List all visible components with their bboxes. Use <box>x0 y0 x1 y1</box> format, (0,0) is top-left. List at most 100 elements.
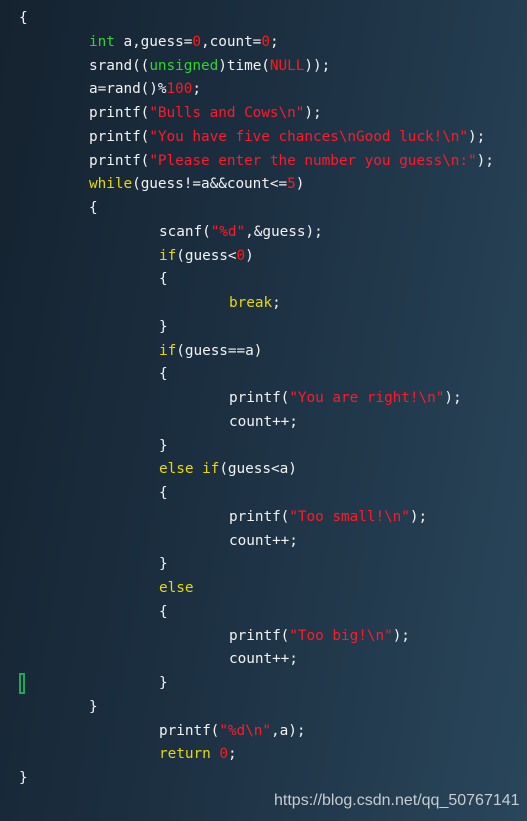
code-line[interactable]: int a,guess=0,count=0; <box>19 31 494 55</box>
code-token-txt: ,a); <box>271 722 306 739</box>
code-token-txt: ,&guess); <box>245 223 323 240</box>
code-token-txt: } <box>159 675 168 691</box>
code-line[interactable]: printf("Bulls and Cows\n"); <box>19 102 494 126</box>
code-line[interactable]: a=rand()%100; <box>19 78 494 102</box>
code-token-txt: (guess< <box>176 247 237 264</box>
code-token-txt: (guess<a) <box>219 461 297 478</box>
code-token-txt: ) <box>245 247 254 264</box>
code-token-txt: ); <box>409 508 428 525</box>
code-token-num: 0 <box>219 746 228 763</box>
code-line[interactable]: printf("%d\n",a); <box>19 720 494 744</box>
code-token-num: 0 <box>192 33 201 50</box>
code-line[interactable]: count++; <box>19 411 494 435</box>
code-token-txt: ); <box>468 128 486 145</box>
code-token-ctl: if <box>159 342 177 359</box>
code-token-txt: } <box>159 318 168 335</box>
code-token-num: 5 <box>287 176 296 193</box>
code-token-str: "%d" <box>210 223 246 240</box>
code-line[interactable]: scanf("%d",&guess); <box>19 221 494 245</box>
code-line[interactable]: { <box>19 268 494 292</box>
code-line[interactable]: break; <box>19 292 494 316</box>
code-line[interactable]: } <box>19 316 494 340</box>
code-token-txt: printf( <box>229 390 290 406</box>
code-line[interactable]: } <box>19 553 494 577</box>
code-line[interactable]: else if(guess<a) <box>19 458 494 482</box>
code-token-txt: count++; <box>229 532 298 549</box>
code-line[interactable]: { <box>19 601 494 625</box>
code-token-txt: ); <box>476 152 494 169</box>
code-line[interactable]: while(guess!=a&&count<=5) <box>19 173 494 197</box>
code-token-txt: printf( <box>89 105 150 121</box>
code-token-txt: printf( <box>159 722 220 739</box>
code-line[interactable]: { <box>19 7 494 31</box>
code-token-txt: )); <box>304 57 331 74</box>
code-token-txt: { <box>159 485 168 501</box>
code-line[interactable]: printf("Please enter the number you gues… <box>19 150 494 174</box>
code-token-num: NULL <box>269 57 305 74</box>
code-line[interactable]: printf("You are right!\n"); <box>19 387 494 411</box>
code-token-txt: ) <box>295 176 305 193</box>
code-line[interactable]: count++; <box>19 530 494 554</box>
code-token-txt: printf( <box>229 508 290 525</box>
code-line[interactable]: printf("Too small!\n"); <box>19 506 494 530</box>
code-token-txt: { <box>159 603 168 620</box>
code-token-kw: int <box>89 33 115 50</box>
code-token-txt: (guess==a) <box>176 342 263 359</box>
code-token-txt: } <box>19 770 28 786</box>
code-token-ctl: while <box>89 176 133 193</box>
code-line[interactable]: printf("You have five chances\nGood luck… <box>19 126 494 150</box>
code-line[interactable]: { <box>19 482 494 506</box>
code-token-txt: { <box>159 271 168 288</box>
code-line[interactable]: { <box>19 363 494 387</box>
code-token-ctl: break <box>229 295 273 311</box>
code-token-str: "You have five chances\nGood luck!\n" <box>149 128 469 145</box>
code-token-txt: (guess!=a&&count<= <box>132 176 288 193</box>
code-line[interactable]: { <box>19 197 494 221</box>
code-token-ctl: return <box>159 746 211 763</box>
code-token-txt: a=rand()% <box>89 81 167 98</box>
code-line[interactable]: } <box>19 435 494 459</box>
code-token-txt: ; <box>272 295 281 311</box>
code-token-txt: printf( <box>229 627 290 644</box>
code-token-num: 0 <box>261 33 270 50</box>
code-line[interactable]: } <box>19 672 494 696</box>
code-token-txt: count++; <box>229 413 298 430</box>
code-token-txt: printf( <box>89 128 150 145</box>
code-token-num: 0 <box>236 247 246 264</box>
code-token-ctl: else if <box>159 461 220 478</box>
code-line[interactable]: printf("Too big!\n"); <box>19 625 494 649</box>
code-token-txt: { <box>19 10 28 26</box>
code-token-str: "%d\n" <box>219 722 271 739</box>
code-token-txt: ); <box>304 105 322 121</box>
code-line[interactable]: else <box>19 577 494 601</box>
code-token-txt: ); <box>392 627 410 644</box>
code-token-txt: { <box>89 200 98 216</box>
code-token-ctl: else <box>159 580 194 596</box>
code-token-str: "Too small!\n" <box>289 508 410 525</box>
code-token-txt: } <box>159 556 168 573</box>
code-token-txt: ; <box>192 81 201 98</box>
code-token-ctl: if <box>159 247 177 264</box>
code-token-txt: { <box>159 366 168 383</box>
code-editor[interactable]: { int a,guess=0,count=0; srand((unsigned)t… <box>19 7 494 791</box>
code-token-str: "Too big!\n" <box>289 627 393 644</box>
code-token-txt: ; <box>269 33 279 50</box>
code-line[interactable]: if(guess==a) <box>19 340 494 364</box>
code-token-txt: } <box>159 437 168 454</box>
code-token-num: 100 <box>166 81 193 98</box>
code-line[interactable]: } <box>19 767 494 791</box>
code-token-txt: printf( <box>89 152 150 169</box>
code-token-str: "Please enter the number you guess\n:" <box>149 152 477 169</box>
code-token-txt: ; <box>227 746 237 763</box>
code-line[interactable]: if(guess<0) <box>19 245 494 269</box>
watermark: https://blog.csdn.net/qq_50767141 <box>274 792 520 809</box>
code-token-txt: count++; <box>229 651 298 668</box>
code-token-txt: srand(( <box>89 57 150 74</box>
code-token-txt: scanf( <box>159 223 211 240</box>
text-cursor <box>19 673 25 694</box>
code-line[interactable]: srand((unsigned)time(NULL)); <box>19 55 494 79</box>
code-line[interactable]: return 0; <box>19 743 494 767</box>
code-line[interactable]: } <box>19 696 494 720</box>
code-line[interactable]: count++; <box>19 648 494 672</box>
code-token-txt: a,guess= <box>114 33 193 50</box>
